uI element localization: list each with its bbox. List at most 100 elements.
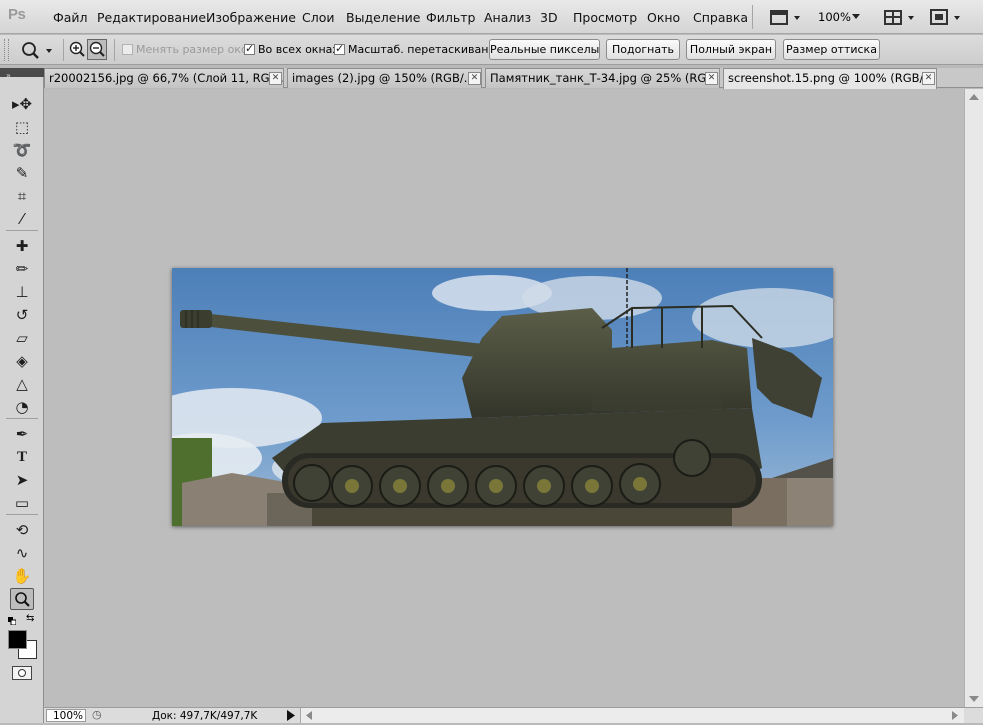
fit-screen-button[interactable]: Подогнать (606, 39, 680, 60)
scroll-down-arrow-icon[interactable] (969, 695, 979, 703)
photoshop-logo: Ps (8, 6, 26, 23)
resize-windows-checkbox[interactable] (122, 44, 133, 55)
tab-label: r20002156.jpg @ 66,7% (Слой 11, RGB/... (49, 71, 284, 85)
tab-images-2[interactable]: images (2).jpg @ 150% (RGB/... ✕ (287, 68, 482, 88)
zoom-level-select[interactable]: 100% (818, 10, 851, 24)
path-selection-tool[interactable]: ➤ (10, 469, 34, 491)
svg-text:»: » (6, 71, 11, 79)
foreground-color-swatch[interactable] (8, 630, 27, 649)
clone-stamp-tool[interactable]: ⊥ (10, 281, 34, 303)
zoom-tool-icon (22, 42, 52, 59)
menu-analysis[interactable]: Анализ (484, 10, 531, 25)
tab-label: Памятник_танк_Т-34.jpg @ 25% (RG... (490, 71, 718, 85)
screen-mode-icon (770, 10, 800, 25)
menu-file[interactable]: Файл (53, 10, 88, 25)
arrange-documents-icon (884, 10, 914, 25)
zoom-chevron-down-icon[interactable] (852, 14, 860, 20)
scrubby-zoom-checkbox[interactable] (334, 42, 345, 55)
menu-edit[interactable]: Редактирование (97, 10, 206, 25)
tab-close-icon[interactable]: ✕ (269, 72, 282, 85)
quick-selection-tool[interactable]: ✎ (10, 162, 34, 184)
status-zoom-field[interactable]: 100% (46, 709, 86, 722)
tab-close-icon[interactable]: ✕ (705, 72, 718, 85)
menu-layer[interactable]: Слои (302, 10, 335, 25)
type-tool[interactable]: T (10, 446, 34, 468)
menu-help[interactable]: Справка (693, 10, 748, 25)
tab-r20002156[interactable]: r20002156.jpg @ 66,7% (Слой 11, RGB/... … (44, 68, 284, 88)
default-colors-icon (8, 617, 17, 626)
collapse-arrows-icon: » (6, 71, 11, 80)
hand-tool[interactable]: ✋ (10, 565, 34, 587)
brush-tool[interactable]: ✏ (10, 258, 34, 280)
lasso-tool[interactable]: ➰ (10, 139, 34, 161)
screen-mode-button[interactable] (768, 7, 804, 27)
menu-window[interactable]: Окно (647, 10, 680, 25)
move-tool[interactable]: ▸✥ (10, 93, 34, 115)
menu-3d[interactable]: 3D (540, 10, 558, 25)
document-canvas[interactable] (172, 268, 833, 526)
menu-bar: Ps Файл Редактирование Изображение Слои … (0, 0, 983, 34)
history-brush-tool[interactable]: ↺ (10, 304, 34, 326)
fill-screen-button[interactable]: Полный экран (686, 39, 776, 60)
scroll-right-arrow-icon[interactable] (951, 711, 959, 720)
menu-select[interactable]: Выделение (346, 10, 420, 25)
zoom-in-button[interactable] (68, 40, 86, 59)
toolbox: » ▸✥ ⬚ ➰ ✎ ⌗ ⁄ ✚ ✏ ⊥ ↺ ▱ ◈ △ ◔ ✒ T ➤ ▭ ⟲… (0, 68, 44, 723)
tab-close-icon[interactable]: ✕ (468, 72, 481, 85)
eraser-tool[interactable]: ▱ (10, 327, 34, 349)
healing-brush-tool[interactable]: ✚ (10, 235, 34, 257)
path-selection-icon: ➤ (15, 471, 29, 489)
scroll-up-arrow-icon[interactable] (969, 93, 979, 101)
crop-tool[interactable]: ⌗ (10, 185, 34, 207)
menu-image[interactable]: Изображение (206, 10, 296, 25)
quick-mask-button[interactable] (12, 666, 32, 680)
pen-tool[interactable]: ✒ (10, 423, 34, 445)
quick-selection-icon: ✎ (15, 164, 29, 182)
toolbox-divider (6, 514, 38, 515)
menu-view[interactable]: Просмотр (573, 10, 637, 25)
paint-bucket-tool[interactable]: ◈ (10, 350, 34, 372)
options-grip (4, 39, 9, 61)
options-separator (114, 39, 115, 61)
toolbox-header[interactable]: » (0, 68, 44, 80)
type-icon: T (16, 449, 27, 465)
dodge-tool[interactable]: ◔ (10, 396, 34, 418)
status-bar: 100% ◷ Док: 497,7K/497,7K (44, 707, 983, 723)
screen-layout-button[interactable] (928, 7, 964, 27)
magnifier-icon (15, 592, 30, 607)
document-size-info: Док: 497,7K/497,7K (152, 710, 258, 722)
horizontal-scrollbar[interactable] (300, 708, 964, 723)
dodge-icon: ◔ (15, 398, 29, 416)
3d-rotate-tool[interactable]: ⟲ (10, 519, 34, 541)
menu-separator (752, 5, 753, 29)
actual-pixels-button[interactable]: Реальные пикселы (489, 39, 600, 60)
tab-label: images (2).jpg @ 150% (RGB/... (292, 71, 475, 85)
default-colors-button[interactable] (8, 614, 17, 626)
scrubby-zoom-label: Масштаб. перетаскиванием (348, 43, 511, 56)
tab-close-icon[interactable]: ✕ (922, 72, 935, 85)
zoom-out-button[interactable] (87, 39, 107, 60)
rectangle-tool[interactable]: ▭ (10, 492, 34, 514)
tab-screenshot-15[interactable]: screenshot.15.png @ 100% (RGB/8) ✕ (723, 68, 937, 89)
all-windows-checkbox[interactable] (244, 42, 255, 55)
swap-colors-button[interactable]: ⇆ (26, 613, 34, 624)
scroll-left-arrow-icon[interactable] (305, 711, 313, 720)
tool-preset-picker[interactable] (16, 39, 56, 61)
print-size-button[interactable]: Размер оттиска (783, 39, 880, 60)
status-info-button[interactable]: ◷ (92, 708, 110, 722)
arrange-documents-button[interactable] (882, 7, 918, 27)
vertical-scrollbar[interactable] (964, 89, 983, 707)
tab-pamyatnik-t34[interactable]: Памятник_танк_Т-34.jpg @ 25% (RG... ✕ (485, 68, 720, 88)
eraser-icon: ▱ (16, 329, 28, 347)
marquee-tool[interactable]: ⬚ (10, 116, 34, 138)
menu-filter[interactable]: Фильтр (426, 10, 475, 25)
status-menu-button[interactable] (284, 709, 298, 722)
resize-windows-label: Менять размер окон (136, 43, 255, 56)
blur-tool[interactable]: △ (10, 373, 34, 395)
3d-orbit-tool[interactable]: ∿ (10, 542, 34, 564)
options-separator (63, 39, 64, 61)
eyedropper-tool[interactable]: ⁄ (10, 208, 34, 230)
zoom-tool[interactable] (10, 588, 34, 610)
quick-mask-icon (18, 669, 26, 677)
toolbox-divider (6, 418, 38, 419)
